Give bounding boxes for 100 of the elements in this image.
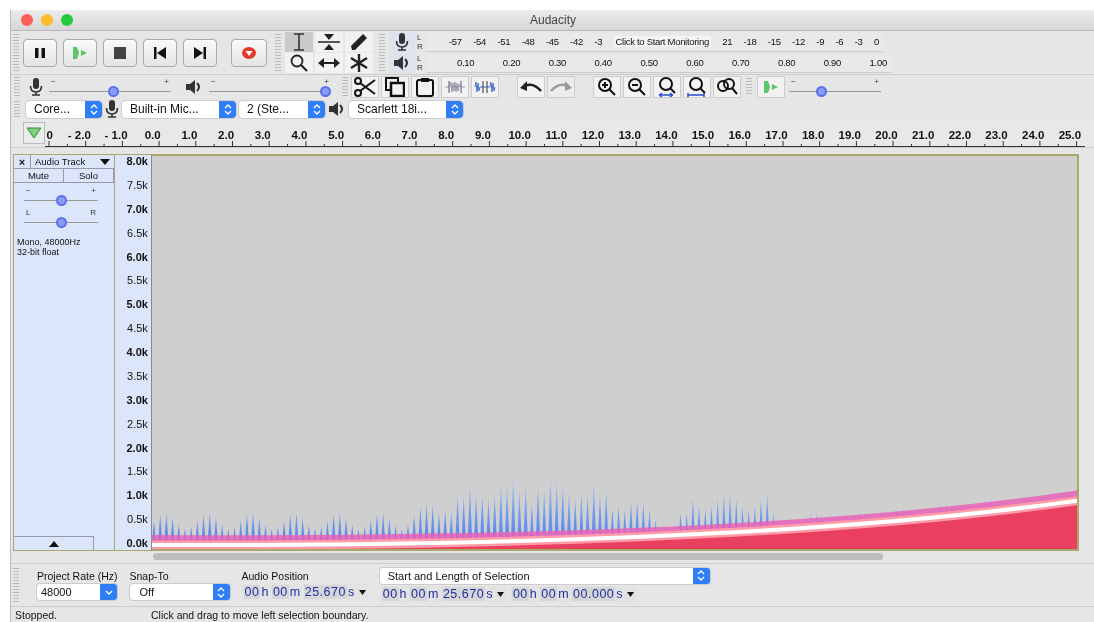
up-down-arrows-icon xyxy=(217,586,226,598)
meter-label: -3 xyxy=(854,36,863,47)
horizontal-scrollbar[interactable] xyxy=(153,553,883,560)
slider-thumb[interactable] xyxy=(55,195,67,206)
slider-thumb[interactable] xyxy=(320,86,331,97)
fit-project-button[interactable] xyxy=(683,76,711,98)
up-down-arrows-icon xyxy=(312,103,321,115)
meter-label: -42 xyxy=(570,36,583,47)
time-unit: m xyxy=(558,587,570,601)
time-digits: 00 xyxy=(540,587,558,601)
zoom-toggle-button[interactable] xyxy=(713,76,741,98)
double-magnifier-icon xyxy=(716,77,738,97)
project-rate-field[interactable]: 48000 xyxy=(37,584,117,600)
solo-button[interactable]: Solo xyxy=(63,169,114,182)
tool-button[interactable] xyxy=(345,53,373,73)
cut-button[interactable] xyxy=(351,76,379,98)
tool-button[interactable] xyxy=(345,32,373,52)
slider-thumb[interactable] xyxy=(55,217,67,228)
slider-thumb[interactable] xyxy=(815,86,827,97)
time-display[interactable]: 00 h 00 m 25.670 s xyxy=(241,583,368,601)
pause-button[interactable] xyxy=(23,38,57,67)
zoom-in-button[interactable] xyxy=(593,76,621,98)
scale-label: 6.5k xyxy=(127,227,149,239)
meter-label: 21 xyxy=(722,36,733,47)
scale-label: 1.5k xyxy=(127,466,149,478)
snap-to-dropdown[interactable]: Off xyxy=(129,584,230,600)
tool-button[interactable] xyxy=(315,53,343,73)
selection-mode-dropdown[interactable]: Start and Length of Selection xyxy=(379,567,710,584)
play-button[interactable] xyxy=(63,38,97,67)
snap-to-label: Snap-To xyxy=(129,570,170,582)
speaker-icon xyxy=(328,101,346,117)
device-dropdown[interactable]: Core... xyxy=(26,100,102,118)
stop-button[interactable] xyxy=(103,38,137,67)
device-dropdown[interactable]: Built-in Mic... xyxy=(122,100,236,118)
ruler-label: - 2.0 xyxy=(66,129,92,141)
skip-start-button[interactable] xyxy=(143,38,177,67)
plus-label: + xyxy=(91,187,96,195)
meter-label: -15 xyxy=(767,36,781,47)
fit-selection-button[interactable] xyxy=(653,76,681,98)
ruler-label: 6.0 xyxy=(363,129,382,141)
spectrogram-drawing[interactable] xyxy=(151,156,1077,549)
ruler-label: 4.0 xyxy=(290,129,309,141)
close-icon[interactable] xyxy=(21,14,33,26)
time-display[interactable]: 00 h 00 m 00.000 s xyxy=(509,585,637,603)
status-message: Click and drag to move left selection boundary. xyxy=(151,608,369,621)
scale-label: 2.5k xyxy=(127,418,149,430)
up-down-arrows-icon xyxy=(697,570,706,581)
ruler-label: 0.0 xyxy=(143,129,162,141)
track-info: 32-bit float xyxy=(16,247,61,257)
time-unit: s xyxy=(347,585,355,599)
silence-button[interactable] xyxy=(471,76,499,98)
caret-icon xyxy=(627,591,635,597)
caret-icon xyxy=(358,589,366,595)
pencil-icon xyxy=(349,33,369,51)
ruler-label: 21.0 xyxy=(910,129,936,141)
time-digits: 00 xyxy=(381,587,399,601)
track-menu-button[interactable]: Audio Track xyxy=(31,155,114,168)
ruler-label: 11.0 xyxy=(544,129,569,141)
zoom-out-button[interactable] xyxy=(623,76,651,98)
meter-label: 0.50 xyxy=(640,57,658,68)
scale-label: 2.0k xyxy=(126,442,149,454)
channel-label: R xyxy=(417,42,424,51)
play-icon xyxy=(763,81,779,93)
undo-button[interactable] xyxy=(517,76,545,98)
tool-button[interactable] xyxy=(285,53,313,73)
tool-button[interactable] xyxy=(315,32,343,52)
meter-label: -9 xyxy=(816,36,825,47)
caret-icon xyxy=(496,591,504,597)
trim-audio-icon xyxy=(444,80,466,94)
speaker-icon xyxy=(393,55,411,71)
ruler-label: 24.0 xyxy=(1021,129,1046,141)
fit-project-icon xyxy=(686,76,708,98)
meter-label: 0.60 xyxy=(686,57,704,68)
timeline-ruler[interactable]: 0 - 2.0 - 1.0 0.0 1.0 2.0 3.0 4.0 5.0 6.0 7.0 8.0 9.0 10.0 11.0 12.0 13.0 14.0 15.0 16.0 17.0 18.0 19.0 20.0 21.0 22.0 23.0 24.0 25.0 xyxy=(45,129,1085,147)
record-button[interactable] xyxy=(231,38,267,67)
close-track-button[interactable]: × xyxy=(14,155,31,168)
ruler-label: 1.0 xyxy=(180,129,199,141)
skip-end-button[interactable] xyxy=(183,38,217,67)
copy-button[interactable] xyxy=(381,76,409,98)
collapse-button[interactable] xyxy=(14,536,94,550)
ruler-label: 0 xyxy=(45,129,53,141)
ruler-label: 5.0 xyxy=(327,129,346,141)
time-display[interactable]: 00 h 00 m 25.670 s xyxy=(379,585,506,603)
device-dropdown[interactable]: 2 (Ste... xyxy=(239,100,325,118)
mute-button[interactable]: Mute xyxy=(14,169,64,182)
paste-button[interactable] xyxy=(411,76,439,98)
minus-label: − xyxy=(26,187,31,195)
scale-label: 4.0k xyxy=(126,347,149,358)
copy-icon xyxy=(385,77,405,97)
time-digits: 25.670 xyxy=(441,587,486,601)
pin-playhead-button[interactable] xyxy=(23,122,45,144)
meter-label: -57 xyxy=(449,36,462,47)
meter-label: 0.20 xyxy=(502,57,521,68)
microphone-icon xyxy=(105,100,119,118)
meter-label: -48 xyxy=(521,36,535,47)
ruler-label: 20.0 xyxy=(874,129,899,141)
device-dropdown[interactable]: Scarlett 18i... xyxy=(349,100,463,118)
meter-hint: Click to Start Monitoring xyxy=(613,36,711,47)
asterisk-icon xyxy=(349,53,369,73)
slider-thumb[interactable] xyxy=(107,86,119,97)
